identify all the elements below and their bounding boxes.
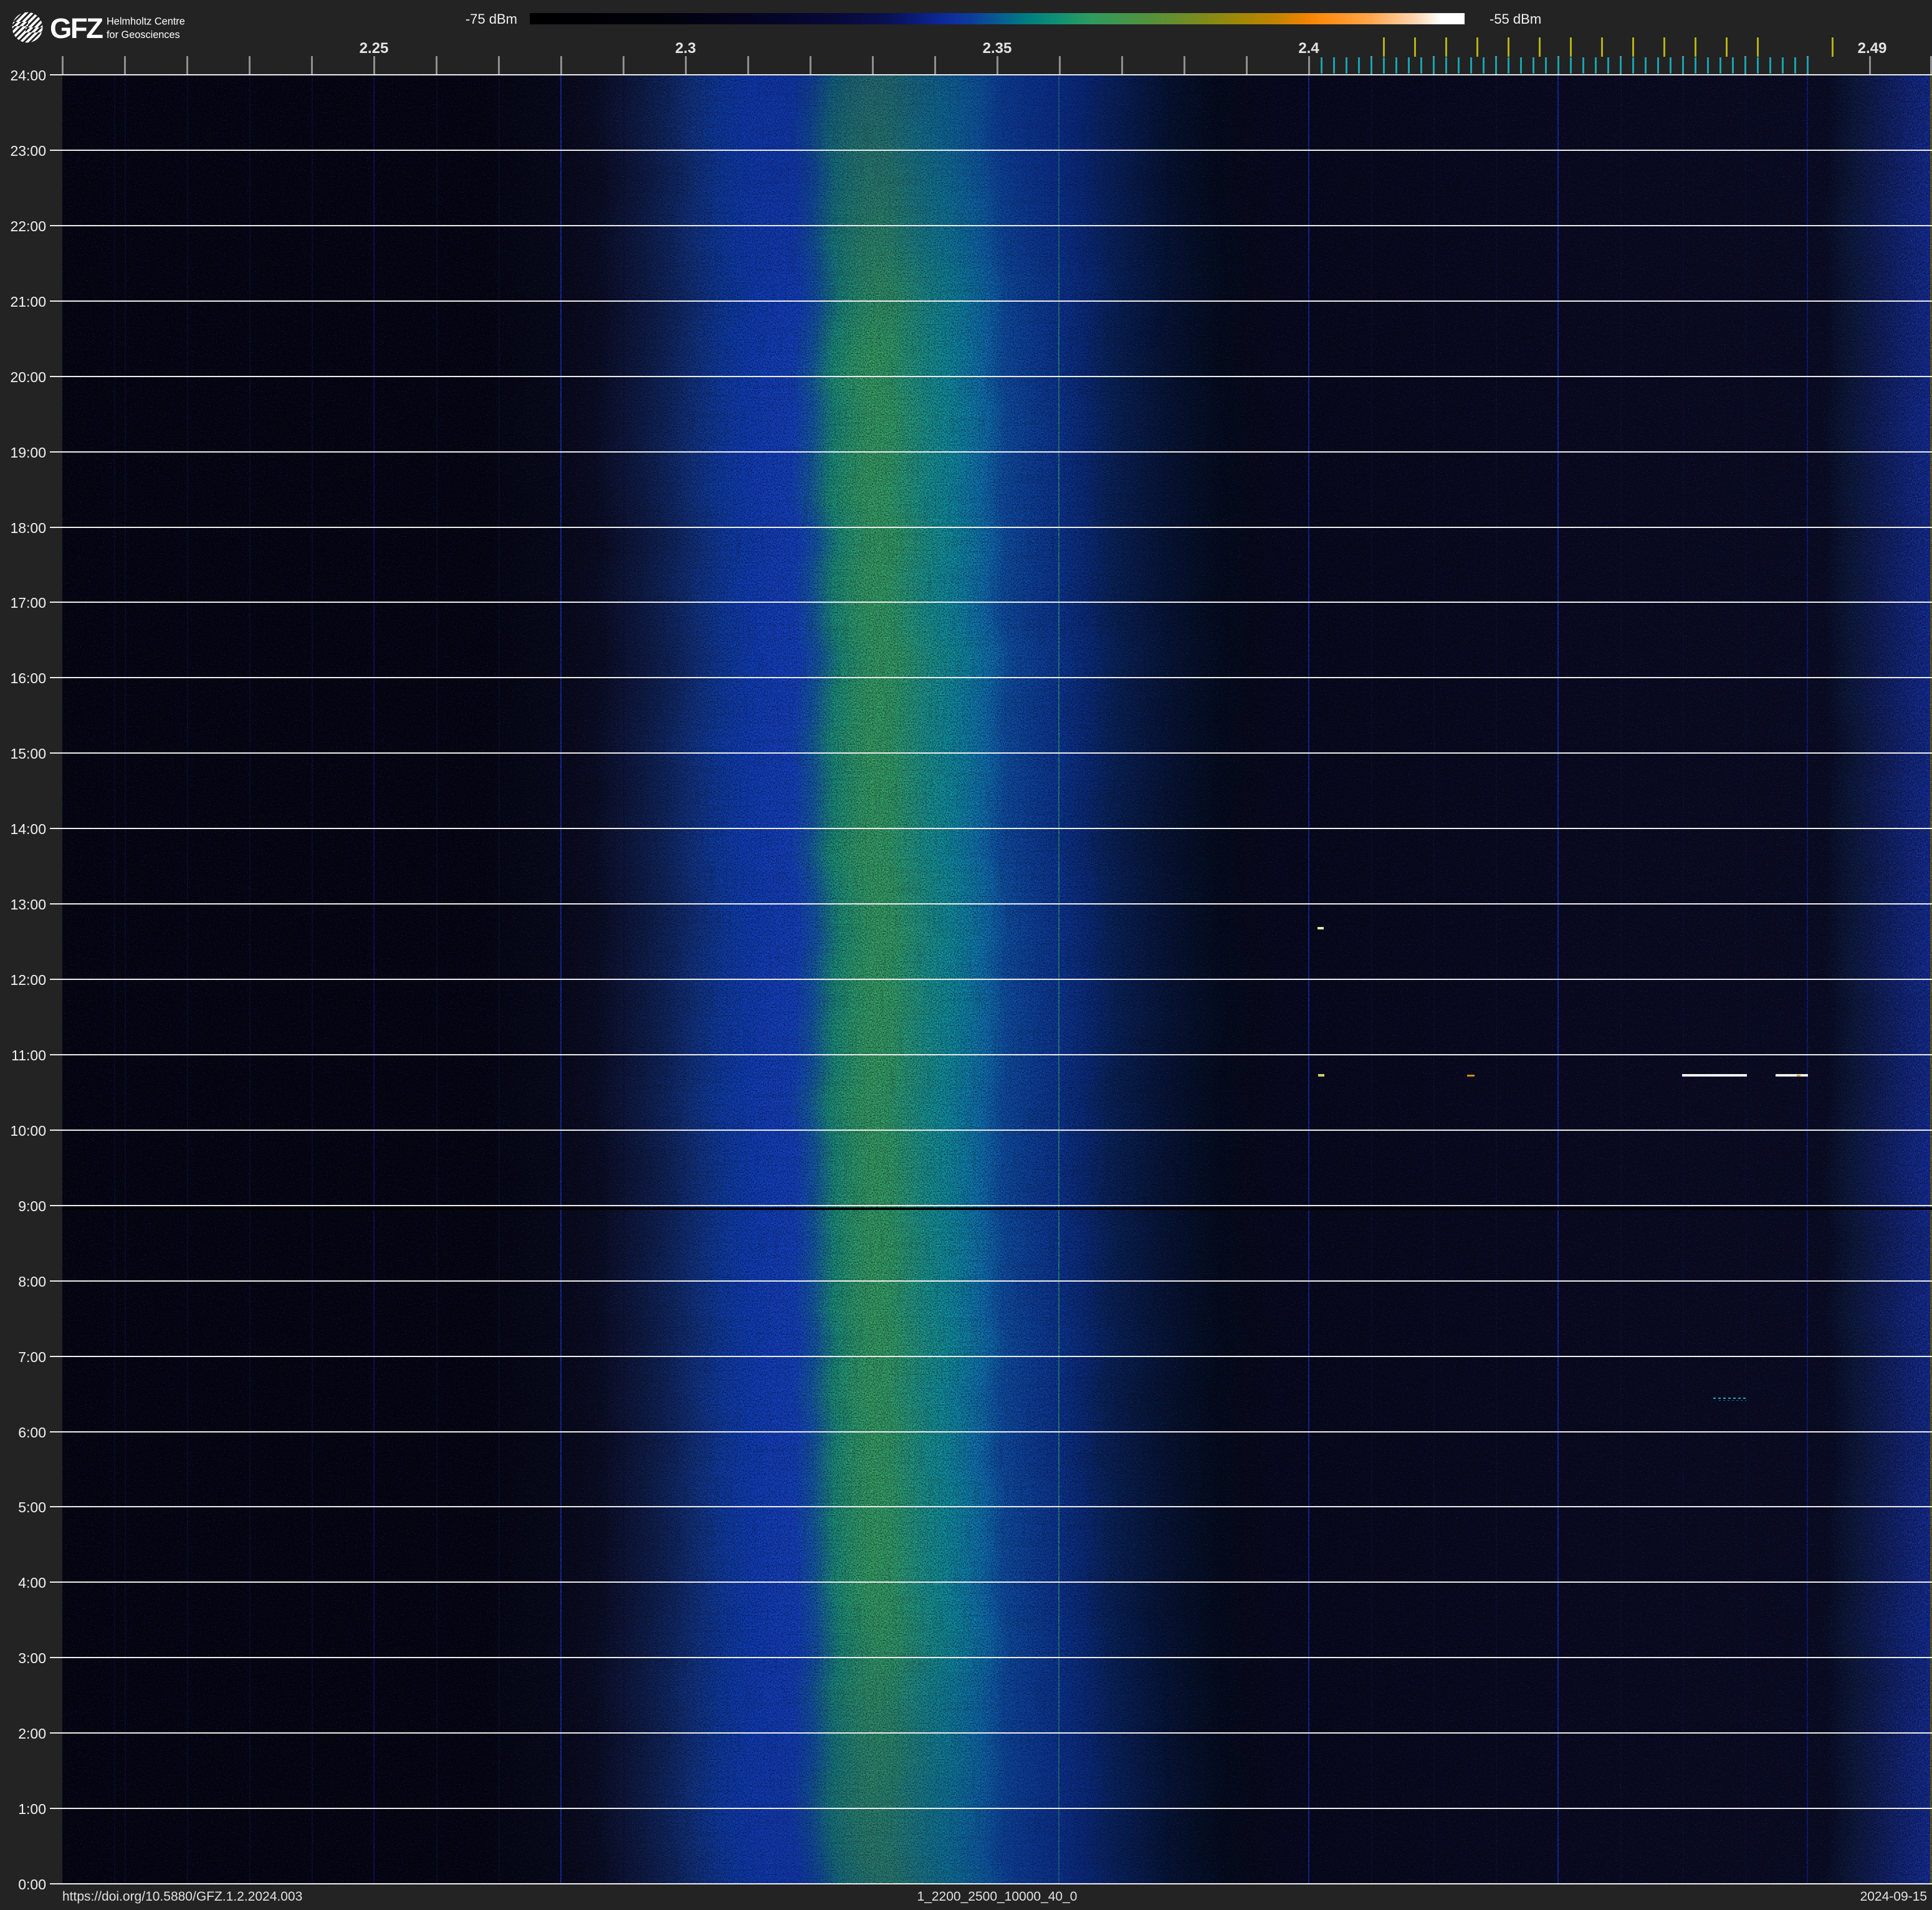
svg-text:GFZ: GFZ	[50, 12, 103, 44]
svg-text:for Geosciences: for Geosciences	[107, 29, 180, 41]
svg-text:Helmholtz Centre: Helmholtz Centre	[107, 16, 185, 27]
